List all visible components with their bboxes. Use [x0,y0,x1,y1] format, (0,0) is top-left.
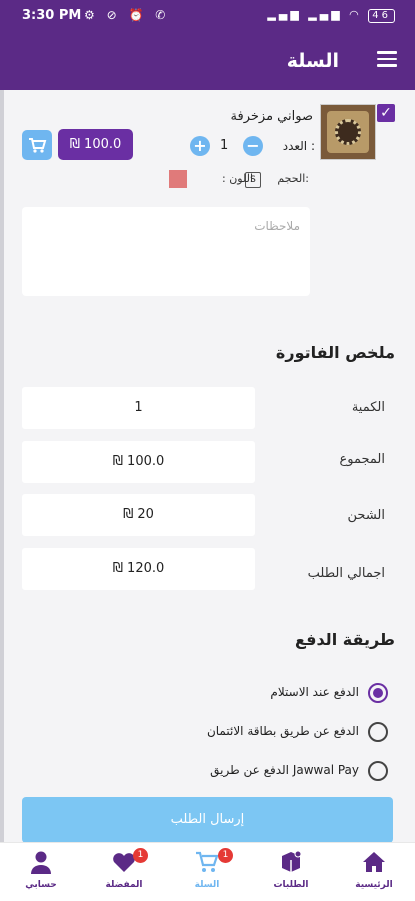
nav-label-orders: الطلبات [273,880,309,890]
payment-radio-card[interactable] [368,722,388,742]
status-bar: 3:30 PM ⚙ ⊘ ⏰ ✆ ▂▄▆ ▂▄▆ ◠ 46 [0,0,415,32]
nav-item-orders[interactable]: الطلبات [256,843,326,901]
summary-label-shipping: الشحن [347,508,385,523]
favorites-badge: 1 [133,848,148,863]
cart-badge: 1 [218,848,233,863]
scroll-edge [0,90,4,842]
page-title: السلة [286,50,339,72]
payment-label-cod: الدفع عند الاستلام [270,685,359,699]
summary-value-shipping: ₪ 20 [22,494,255,536]
quantity-label: العدد : [282,139,315,153]
quantity-value: 1 [220,138,229,153]
user-icon [31,851,51,874]
nav-label-favorites: المفضلة [105,880,143,890]
payment-radio-cod[interactable] [368,683,388,703]
size-label: الحجم: [277,172,309,185]
summary-title: ملخص الفاتورة [275,343,395,362]
summary-label-qty: الكمية [351,400,385,415]
item-checkbox[interactable]: ✓ [377,104,395,122]
color-swatch [169,170,187,188]
nav-item-favorites[interactable]: 1 المفضلة [89,843,159,901]
cart-button[interactable] [22,130,52,160]
cart-icon [196,851,219,872]
nav-item-cart[interactable]: 1 السلة [172,843,242,901]
product-name: صواني مزخرفة [230,109,313,124]
item-price: ₪ 100.0 [58,129,133,160]
decrease-qty-button[interactable]: − [243,136,263,156]
nav-item-account[interactable]: حسابي [6,843,76,901]
battery-icon: 46 [368,9,395,23]
nav-label-cart: السلة [194,880,220,890]
notes-field[interactable] [22,207,310,296]
nav-label-home: الرئيسية [355,880,393,890]
home-icon [363,852,385,872]
payment-radio-jawwal[interactable] [368,761,388,781]
summary-value-total: ₪ 120.0 [22,548,255,590]
hamburger-icon[interactable] [377,51,397,67]
status-time: 3:30 PM [22,8,82,23]
orders-icon [282,850,302,872]
status-right: ▂▄▆ ▂▄▆ ◠ 46 [267,8,395,23]
cart-icon [29,138,47,153]
payment-title: طريقة الدفع [295,630,395,649]
nav-item-home[interactable]: الرئيسية [339,843,409,901]
nav-label-account: حسابي [25,880,57,890]
increase-qty-button[interactable]: + [190,136,210,156]
summary-value-qty: 1 [22,387,255,429]
product-image [320,104,376,160]
summary-value-subtotal: ₪ 100.0 [22,441,255,483]
color-label: : اللون [221,172,253,185]
status-icons: ⚙ ⊘ ⏰ ✆ [84,8,170,22]
payment-label-jawwal: الدفع عن طريق Jawwal Pay [210,763,359,777]
summary-label-total: اجمالي الطلب [307,566,385,581]
submit-order-button[interactable]: إرسال الطلب [22,797,393,843]
bottom-nav: حسابي 1 المفضلة 1 السلة الطلبات الرئيسية [0,842,415,901]
summary-label-subtotal: المجموع [339,452,385,467]
payment-label-card: الدفع عن طريق بطاقة الائتمان [206,724,359,738]
app-bar: السلة [0,32,415,90]
